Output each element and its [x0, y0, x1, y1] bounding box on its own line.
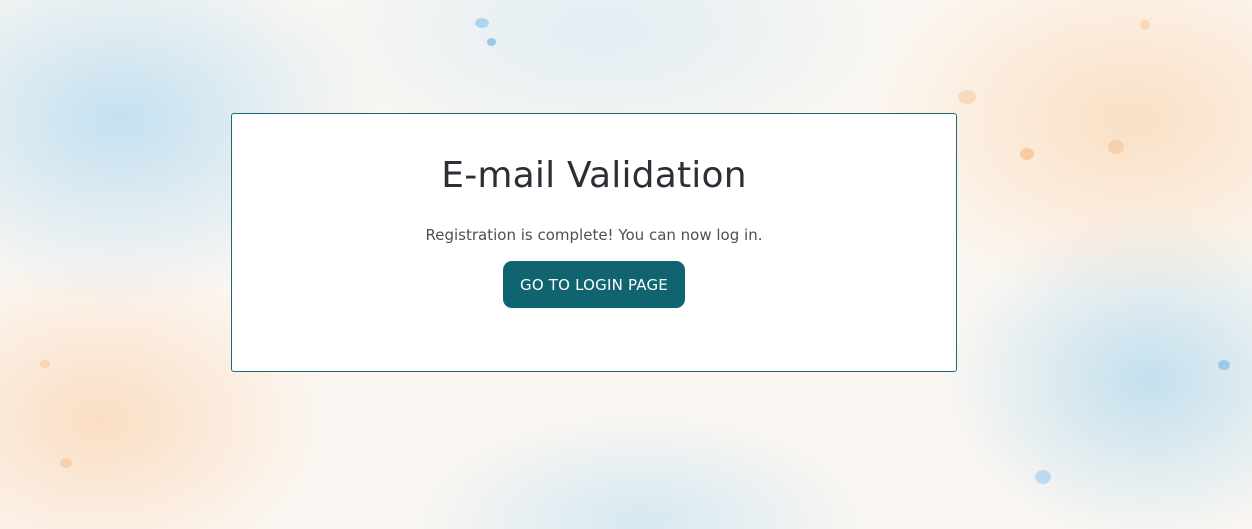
- registration-complete-message: Registration is complete! You can now lo…: [425, 226, 763, 244]
- paint-splash-decoration: [1020, 148, 1034, 160]
- paint-splash-decoration: [60, 458, 72, 468]
- go-to-login-button-label: GO TO LOGIN PAGE: [520, 275, 668, 294]
- paint-splash-decoration: [40, 360, 50, 368]
- paint-splash-decoration: [1035, 470, 1051, 484]
- paint-splash-decoration: [1140, 20, 1150, 30]
- paint-splash-decoration: [1218, 360, 1230, 370]
- email-validation-card: E-mail Validation Registration is comple…: [231, 113, 957, 372]
- page-title: E-mail Validation: [441, 155, 747, 196]
- paint-splash-decoration: [475, 18, 489, 28]
- watercolor-background: E-mail Validation Registration is comple…: [0, 0, 1252, 529]
- paint-splash-decoration: [487, 38, 496, 46]
- go-to-login-button[interactable]: GO TO LOGIN PAGE: [503, 261, 685, 308]
- paint-splash-decoration: [1108, 140, 1124, 154]
- paint-splash-decoration: [958, 90, 976, 104]
